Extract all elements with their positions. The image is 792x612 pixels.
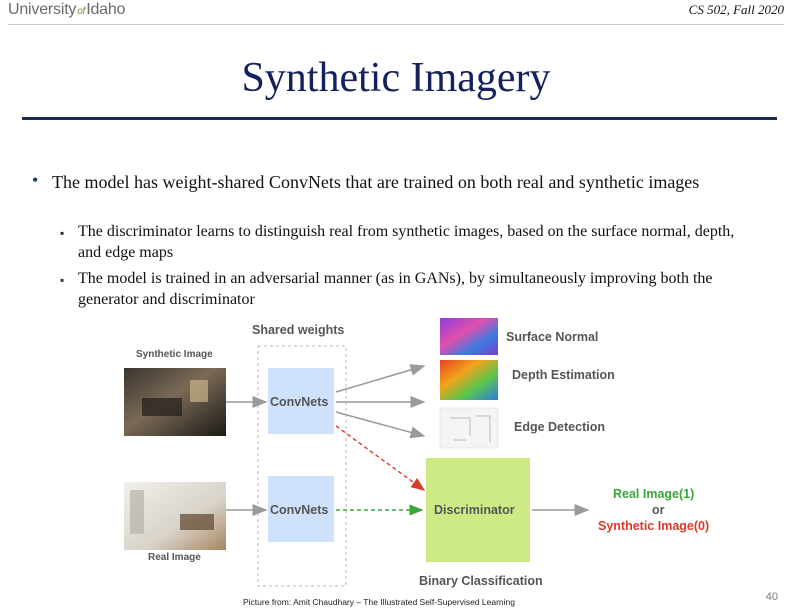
depth-estimation-label: Depth Estimation bbox=[512, 368, 615, 382]
figure-credit: Picture from: Amit Chaudhary – The Illus… bbox=[243, 597, 515, 607]
course-label: CS 502, Fall 2020 bbox=[688, 2, 784, 17]
gan-architecture-figure: Shared weights Synthetic Image Real Imag… bbox=[124, 318, 709, 588]
synthetic-image-label: Synthetic Image bbox=[136, 349, 213, 360]
bullet-1-text: The model has weight-shared ConvNets tha… bbox=[52, 172, 700, 192]
sub-bullet-marker: ▪ bbox=[60, 273, 65, 287]
surface-normal-thumbnail bbox=[440, 318, 498, 355]
bullet-dot: • bbox=[32, 170, 39, 190]
surface-normal-label: Surface Normal bbox=[506, 330, 598, 344]
sub-bullet-2-text: The model is trained in an adversarial m… bbox=[78, 270, 713, 308]
logo-idaho: Idaho bbox=[86, 1, 126, 18]
sub-bullet-marker: ▪ bbox=[60, 226, 65, 240]
convnets-top-label: ConvNets bbox=[270, 395, 328, 409]
logo-university: University bbox=[8, 1, 77, 18]
convnets-bottom-label: ConvNets bbox=[270, 503, 328, 517]
discriminator-label: Discriminator bbox=[434, 503, 515, 517]
output-real-label: Real Image(1) bbox=[613, 487, 694, 501]
binary-classification-label: Binary Classification bbox=[419, 574, 543, 588]
arrow-to-edge bbox=[335, 411, 426, 439]
arrow-to-surface-normal bbox=[335, 364, 426, 393]
logo-of: of bbox=[77, 6, 86, 17]
page-number: 40 bbox=[765, 591, 778, 603]
shared-weights-label: Shared weights bbox=[252, 323, 344, 337]
slide-title: Synthetic Imagery bbox=[241, 55, 551, 101]
real-image-label: Real Image bbox=[148, 552, 201, 563]
edge-detection-thumbnail bbox=[439, 407, 499, 449]
arrow-convnets-to-discriminator-dashed-red bbox=[335, 425, 426, 491]
depth-estimation-thumbnail bbox=[440, 360, 498, 400]
sub-bullet-1-text: The discriminator learns to distinguish … bbox=[78, 223, 735, 261]
output-synthetic-label: Synthetic Image(0) bbox=[598, 519, 709, 533]
university-logo: UniversityofIdaho bbox=[8, 1, 125, 19]
header-divider bbox=[8, 24, 784, 25]
output-or-label: or bbox=[652, 503, 665, 517]
title-rule bbox=[22, 117, 777, 120]
edge-detection-label: Edge Detection bbox=[514, 420, 605, 434]
